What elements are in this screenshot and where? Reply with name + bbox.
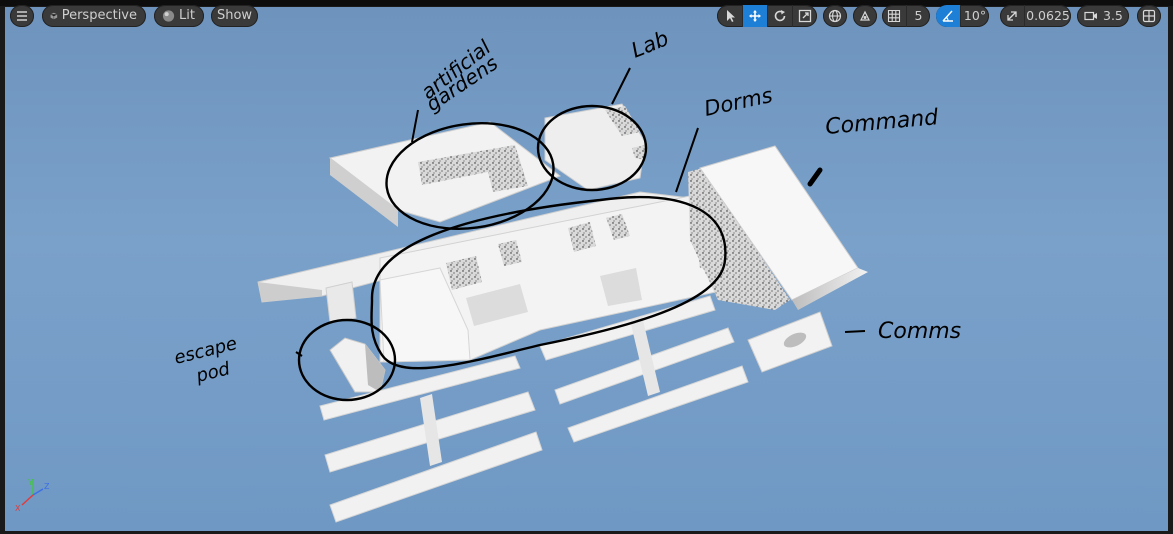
show-flags-button[interactable]: Show bbox=[211, 5, 258, 27]
grid-snap-value[interactable]: 5 bbox=[906, 5, 930, 27]
viewport-menu-button[interactable] bbox=[10, 5, 34, 27]
transform-tools-group bbox=[717, 5, 817, 27]
layout-grid-icon bbox=[1142, 9, 1156, 23]
rotation-snap-group[interactable]: 10° bbox=[936, 5, 989, 27]
grid-snap-toggle[interactable] bbox=[882, 5, 906, 27]
rotation-snap-value[interactable]: 10° bbox=[960, 5, 989, 27]
command-label: Command bbox=[824, 105, 940, 140]
view-mode-button[interactable]: Perspective bbox=[42, 5, 146, 27]
camera-icon bbox=[1084, 11, 1097, 21]
gardens-leader bbox=[411, 109, 419, 143]
comms-leader bbox=[844, 330, 866, 333]
surface-snapping-toggle[interactable] bbox=[853, 5, 877, 27]
scale-icon bbox=[798, 9, 812, 23]
surface-snap-icon bbox=[860, 10, 870, 21]
camera-speed-value: 3.5 bbox=[1103, 8, 1123, 23]
y-axis-label: Y bbox=[27, 478, 33, 487]
z-axis-label: Z bbox=[44, 482, 50, 491]
translate-tool-button[interactable] bbox=[742, 5, 767, 27]
angle-icon bbox=[942, 10, 953, 22]
command-mark bbox=[807, 167, 823, 187]
view-mode-label: Perspective bbox=[61, 8, 137, 23]
rotate-tool-button[interactable] bbox=[767, 5, 792, 27]
scale-tool-button[interactable] bbox=[792, 5, 817, 27]
rotation-snap-value-text: 10° bbox=[963, 8, 987, 23]
lab-leader bbox=[611, 67, 631, 105]
z-axis-line bbox=[32, 488, 44, 496]
pod-connector bbox=[325, 281, 357, 323]
rotation-snap-toggle[interactable] bbox=[936, 5, 960, 27]
viewport-layout-button[interactable] bbox=[1137, 5, 1161, 27]
level-viewport[interactable]: artificial gardens Lab Dorms Command Com… bbox=[5, 7, 1168, 531]
scale-snap-value[interactable]: 0.0625 bbox=[1024, 5, 1071, 27]
editor-frame: artificial gardens Lab Dorms Command Com… bbox=[0, 0, 1173, 534]
scale-snap-icon bbox=[1007, 11, 1017, 21]
comms-label: Comms bbox=[878, 319, 961, 344]
scale-snap-toggle[interactable] bbox=[1000, 5, 1024, 27]
show-flags-label: Show bbox=[216, 8, 253, 23]
select-tool-button[interactable] bbox=[717, 5, 742, 27]
camera-speed-button[interactable]: 3.5 bbox=[1077, 5, 1129, 27]
lit-sphere-icon bbox=[162, 10, 175, 22]
grid-icon bbox=[887, 9, 901, 23]
dorms-label: Dorms bbox=[702, 83, 775, 121]
rotate-icon bbox=[774, 10, 786, 22]
lighting-mode-button[interactable]: Lit bbox=[154, 5, 204, 27]
scale-snap-group[interactable]: 0.0625 bbox=[1000, 5, 1071, 27]
move-arrows-icon bbox=[749, 10, 761, 22]
axis-gizmo: Y Z X bbox=[15, 478, 50, 513]
hamburger-menu-icon bbox=[17, 11, 27, 21]
cursor-arrow-icon bbox=[726, 10, 735, 22]
globe-icon bbox=[828, 9, 842, 23]
scale-snap-value-text: 0.0625 bbox=[1026, 8, 1070, 23]
level-scene[interactable]: artificial gardens Lab Dorms Command Com… bbox=[5, 7, 1168, 531]
grid-snap-value-text: 5 bbox=[914, 8, 923, 23]
lighting-mode-label: Lit bbox=[179, 8, 195, 23]
lab-label: Lab bbox=[628, 26, 672, 62]
x-axis-label: X bbox=[15, 504, 21, 513]
grid-snap-group[interactable]: 5 bbox=[882, 5, 930, 27]
perspective-cube-icon bbox=[50, 12, 58, 20]
x-axis-line bbox=[21, 494, 34, 506]
world-local-toggle[interactable] bbox=[823, 5, 847, 27]
